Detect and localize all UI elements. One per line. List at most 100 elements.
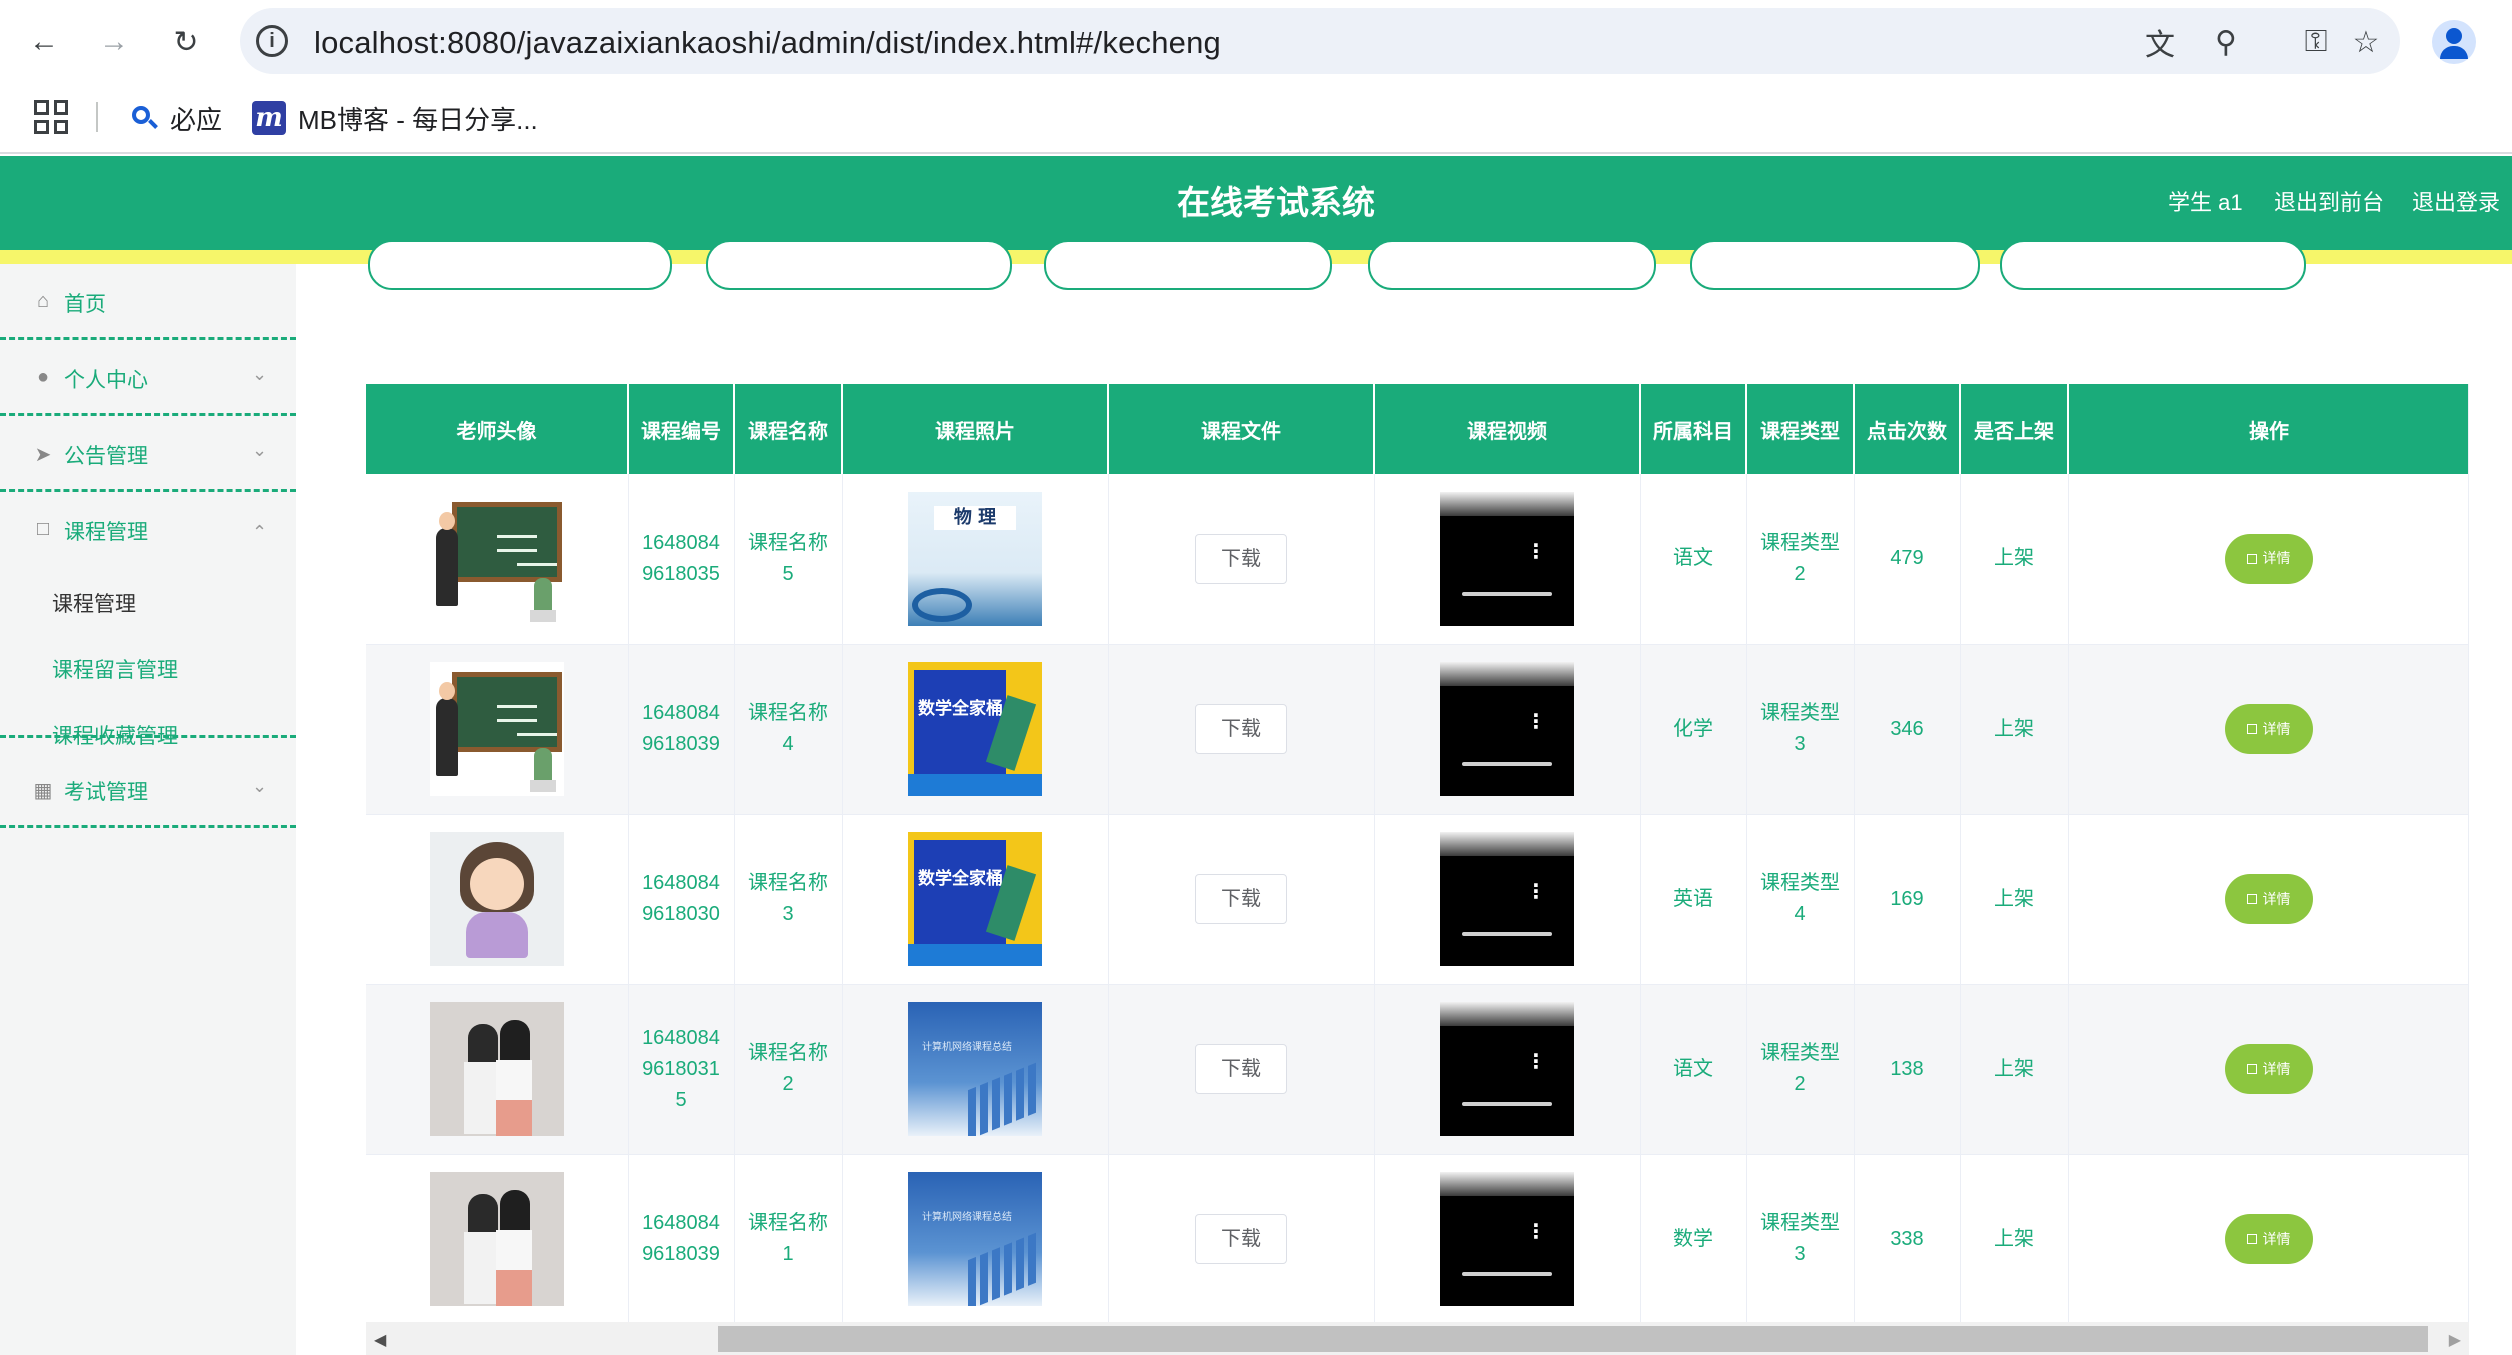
- course-code-cell: 1648084 9618039: [628, 1154, 735, 1325]
- password-key-icon[interactable]: ⚿: [2296, 22, 2336, 62]
- detail-button[interactable]: 详情: [2224, 1214, 2313, 1264]
- more-options-icon[interactable]: ⋮: [1526, 712, 1546, 732]
- more-options-icon[interactable]: ⋮: [1526, 1222, 1546, 1242]
- teacher-avatar-image: [429, 662, 564, 796]
- search-field-3[interactable]: [1044, 240, 1332, 290]
- bookmarks-divider: [96, 102, 98, 132]
- back-to-front-link[interactable]: 退出到前台: [2274, 156, 2384, 250]
- download-button[interactable]: 下载: [1195, 874, 1287, 924]
- bookmark-bing[interactable]: 必应: [130, 100, 222, 136]
- scroll-right-arrow-icon[interactable]: ▶: [2449, 1330, 2461, 1350]
- download-button[interactable]: 下载: [1195, 1044, 1287, 1094]
- forward-arrow-icon[interactable]: →: [90, 18, 138, 66]
- sidebar: ⌂ 首页 ● 个人中心 ⌄ ➤ 公告管理 ⌄ □ 课程管理 ⌃ 课程管理 课程留…: [0, 264, 296, 1355]
- apps-grid-icon[interactable]: [34, 100, 68, 134]
- back-arrow-icon[interactable]: ←: [20, 18, 68, 66]
- detail-icon: [2246, 1234, 2257, 1244]
- grid-icon: ▦: [33, 780, 53, 802]
- video-progress-bar[interactable]: [1462, 591, 1552, 596]
- chevron-down-icon: ⌄: [252, 776, 268, 796]
- profile-avatar-icon[interactable]: [2432, 20, 2476, 64]
- sidebar-sub-course-mgmt[interactable]: 课程管理: [52, 588, 136, 618]
- site-info-icon[interactable]: i: [256, 25, 288, 57]
- scrollbar-thumb[interactable]: [718, 1326, 2428, 1352]
- app-header: 在线考试系统 学生 a1 退出到前台 退出登录: [0, 156, 2512, 250]
- table-row: 1648084 9618030 课程名称 3 数学全家桶 下载 ⋮ 英语 课程类…: [366, 814, 2468, 985]
- detail-icon: [2246, 1064, 2257, 1074]
- course-video-player[interactable]: ⋮: [1440, 1172, 1574, 1306]
- course-video-player[interactable]: ⋮: [1440, 832, 1574, 966]
- horizontal-scrollbar[interactable]: ◀ ▶: [366, 1322, 2469, 1355]
- col-header-on-shelf: 是否上架: [1960, 384, 2069, 474]
- scroll-left-arrow-icon[interactable]: ◀: [374, 1330, 386, 1350]
- detail-button-label: 详情: [2262, 1230, 2291, 1247]
- status-cell: 上架: [1960, 984, 2069, 1155]
- detail-button[interactable]: 详情: [2224, 704, 2313, 754]
- sidebar-item-exam-mgmt[interactable]: ▦ 考试管理 ⌄: [0, 752, 296, 828]
- translate-icon[interactable]: 文: [2140, 22, 2180, 62]
- video-progress-bar[interactable]: [1462, 1272, 1552, 1276]
- mb-blog-icon: m: [252, 101, 286, 135]
- search-field-1[interactable]: [368, 240, 672, 290]
- course-video-player[interactable]: ⋮: [1440, 491, 1574, 626]
- detail-button-label: 详情: [2262, 1060, 2291, 1077]
- course-video-player[interactable]: ⋮: [1440, 1002, 1574, 1136]
- teacher-avatar-image: [429, 832, 564, 966]
- download-button[interactable]: 下载: [1195, 533, 1287, 584]
- more-options-icon[interactable]: ⋮: [1526, 882, 1546, 902]
- sidebar-sub-course-messages[interactable]: 课程留言管理: [52, 654, 178, 684]
- zoom-icon[interactable]: ⚲: [2206, 22, 2246, 62]
- col-header-subject: 所属科目: [1640, 384, 1747, 474]
- search-field-4[interactable]: [1368, 240, 1656, 290]
- cover-caption: 计算机网络课程总结: [922, 1042, 1012, 1053]
- subject-cell: 数学: [1640, 1154, 1747, 1325]
- bookmark-mb-blog[interactable]: m MB博客 - 每日分享...: [252, 100, 538, 136]
- sidebar-item-personal-center[interactable]: ● 个人中心 ⌄: [0, 340, 296, 416]
- course-video-player[interactable]: ⋮: [1440, 662, 1574, 796]
- url-text[interactable]: localhost:8080/javazaixiankaoshi/admin/d…: [314, 25, 1221, 61]
- course-cover-image: 数学全家桶: [908, 662, 1042, 796]
- course-name-cell: 课程名称 2: [734, 984, 843, 1155]
- video-progress-bar[interactable]: [1462, 932, 1552, 936]
- sidebar-item-announcement[interactable]: ➤ 公告管理 ⌄: [0, 416, 296, 492]
- table-header-row: 老师头像 课程编号 课程名称 课程照片 课程文件 课程视频 所属科目 课程类型 …: [366, 384, 2468, 474]
- table-row: 1648084 9618031 5 课程名称 2 计算机网络课程总结 下载 ⋮ …: [366, 984, 2468, 1155]
- cover-title: 物 理: [934, 505, 1016, 530]
- sidebar-sub-course-favorites[interactable]: 课程收藏管理: [52, 720, 178, 750]
- bookmark-mb-label: MB博客 - 每日分享...: [298, 104, 538, 135]
- cover-title: 数学全家桶: [918, 699, 1003, 718]
- course-name-cell: 课程名称 4: [734, 644, 843, 815]
- col-header-course-code: 课程编号: [628, 384, 735, 474]
- table-row: 1648084 9618039 课程名称 1 计算机网络课程总结 下载 ⋮ 数学…: [366, 1154, 2468, 1325]
- clicks-cell: 138: [1854, 984, 1961, 1155]
- video-progress-bar[interactable]: [1462, 762, 1552, 766]
- detail-button-label: 详情: [2262, 890, 2291, 907]
- course-code-cell: 1648084 9618030: [628, 814, 735, 985]
- bookmarks-bar: 必应 m MB博客 - 每日分享...: [0, 82, 2512, 154]
- status-cell: 上架: [1960, 814, 2069, 985]
- course-name-cell: 课程名称 1: [734, 1154, 843, 1325]
- sidebar-item-course-mgmt-label: 课程管理: [64, 521, 148, 544]
- course-name-cell: 课程名称 5: [734, 474, 843, 645]
- sidebar-item-home[interactable]: ⌂ 首页: [0, 264, 296, 340]
- download-button[interactable]: 下载: [1195, 704, 1287, 754]
- detail-button[interactable]: 详情: [2224, 1044, 2313, 1094]
- more-options-icon[interactable]: ⋮: [1526, 1052, 1546, 1072]
- search-field-2[interactable]: [706, 240, 1012, 290]
- detail-button[interactable]: 详情: [2224, 874, 2313, 924]
- bookmark-star-icon[interactable]: ☆: [2346, 22, 2386, 62]
- clicks-cell: 338: [1854, 1154, 1961, 1325]
- video-progress-bar[interactable]: [1462, 1102, 1552, 1106]
- course-cover-image: 计算机网络课程总结: [908, 1172, 1042, 1306]
- teacher-avatar-image: [429, 491, 564, 626]
- download-button[interactable]: 下载: [1195, 1214, 1287, 1264]
- sidebar-item-course-mgmt[interactable]: □ 课程管理 ⌃ 课程管理 课程留言管理 课程收藏管理: [0, 492, 296, 748]
- detail-button[interactable]: 详情: [2224, 533, 2313, 584]
- reload-icon[interactable]: ↻: [162, 18, 210, 66]
- logout-link[interactable]: 退出登录: [2412, 156, 2500, 250]
- sidebar-item-home-label: 首页: [64, 293, 106, 316]
- more-options-icon[interactable]: ⋮: [1526, 542, 1546, 562]
- search-field-6[interactable]: [2000, 240, 2306, 290]
- address-bar[interactable]: i localhost:8080/javazaixiankaoshi/admin…: [240, 8, 2400, 74]
- search-field-5[interactable]: [1690, 240, 1980, 290]
